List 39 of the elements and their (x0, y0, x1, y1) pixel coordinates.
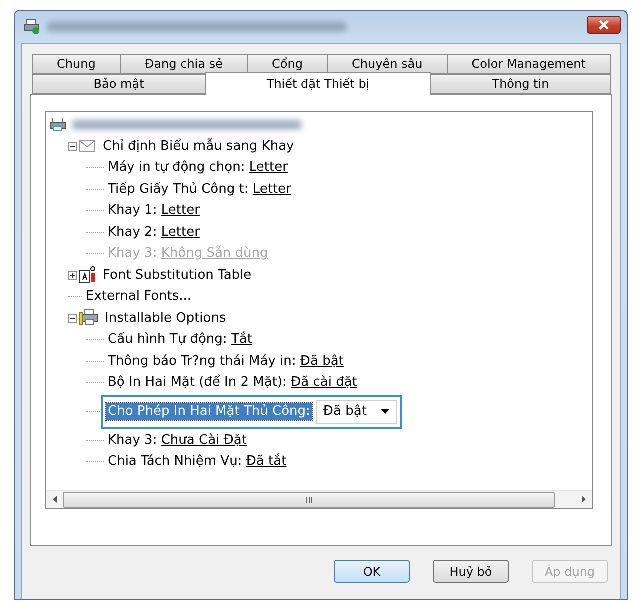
tree-node-label[interactable]: Chỉ định Biểu mẫu sang Khay (103, 138, 294, 154)
collapse-icon[interactable] (68, 142, 77, 151)
option-label[interactable]: Cấu hình Tự động: Tắt (108, 332, 252, 348)
tab[interactable]: Thông tin (430, 74, 611, 94)
dialog-button[interactable]: Huỷ bỏ (433, 560, 509, 583)
option-label[interactable]: Khay 3: Chưa Cài Đặt (108, 432, 247, 448)
option-label[interactable]: Cho Phép In Hai Mặt Thủ Công: (106, 403, 312, 420)
scroll-left-icon[interactable] (52, 496, 56, 503)
envelope-icon (79, 138, 97, 154)
option-label[interactable]: Khay 2: Letter (108, 224, 200, 240)
option-label[interactable]: Máy in tự động chọn: Letter (108, 160, 288, 176)
tab[interactable]: Thiết đặt Thiết bị (205, 72, 432, 95)
tree-node-label[interactable]: Installable Options (105, 310, 226, 326)
value-dropdown[interactable]: Đã bật (316, 400, 397, 424)
printer-options-icon (79, 309, 99, 328)
horizontal-scrollbar[interactable] (46, 490, 592, 508)
tab[interactable]: Color Management (446, 54, 612, 74)
option-label[interactable]: Thông báo Tr?ng thái Máy in: Đã bật (108, 354, 344, 369)
printer-icon (23, 19, 41, 35)
option-label[interactable]: Bộ In Hai Mặt (để In 2 Mặt): Đã cài đặt (108, 375, 358, 390)
tree-node-label[interactable]: Font Substitution Table (103, 268, 252, 283)
printer-icon (50, 118, 66, 132)
dialog-button[interactable]: OK (334, 560, 410, 583)
tab[interactable]: Chung (32, 54, 121, 74)
grip-icon (306, 496, 312, 502)
close-button[interactable] (587, 16, 621, 34)
caret-icon (380, 409, 390, 414)
option-label[interactable]: Tiếp Giấy Thủ Công t: Letter (108, 182, 292, 197)
scroll-right-icon[interactable] (582, 496, 586, 503)
option-label[interactable]: Chia Tách Nhiệm Vụ: Đã tắt (108, 454, 287, 470)
close-icon (598, 20, 610, 30)
option-label[interactable]: External Fonts... (86, 289, 192, 304)
collapse-icon[interactable] (68, 314, 77, 323)
option-label[interactable]: Khay 1: Letter (108, 203, 200, 218)
tab[interactable]: Bảo mật (32, 74, 206, 94)
expand-icon[interactable] (68, 270, 77, 280)
font-icon (79, 266, 97, 284)
tab[interactable]: Đang chia sẻ (120, 54, 248, 74)
tab[interactable]: Chuyên sâu (326, 54, 448, 74)
